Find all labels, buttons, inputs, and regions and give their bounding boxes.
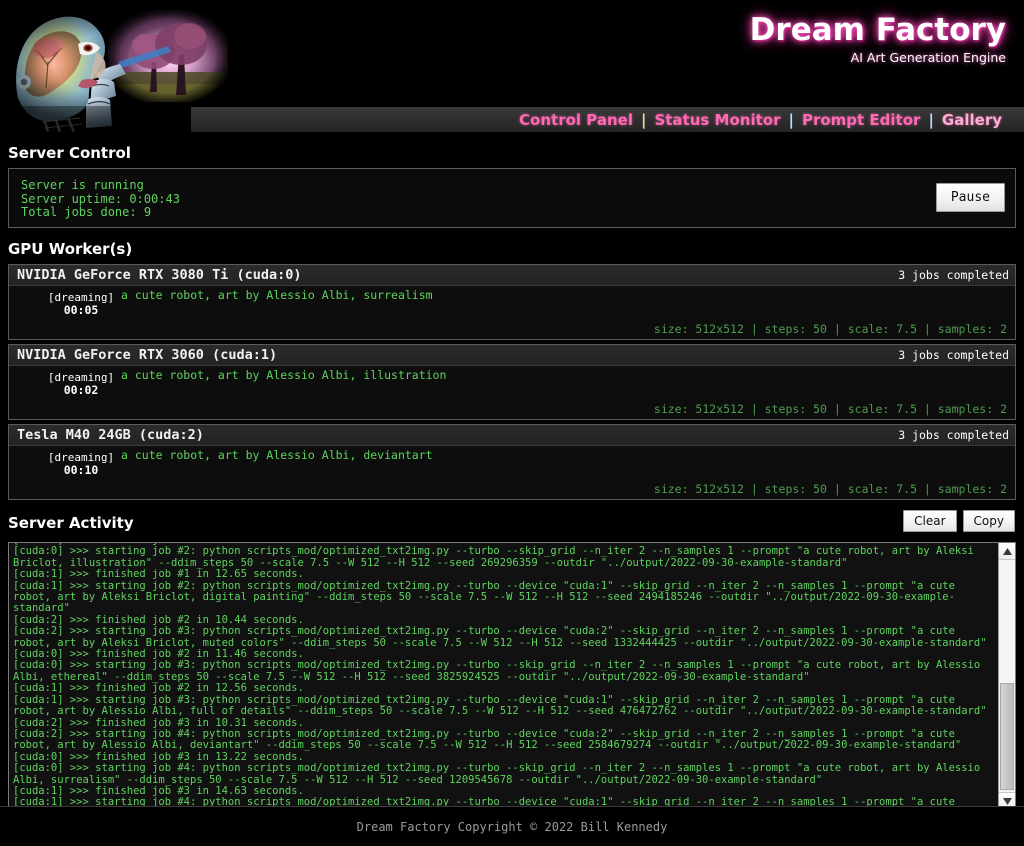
server-control-heading: Server Control bbox=[8, 144, 131, 162]
server-uptime: Server uptime: 0:00:43 bbox=[21, 191, 180, 206]
nav-separator-3: | bbox=[928, 110, 934, 129]
server-activity-heading: Server Activity bbox=[8, 514, 134, 532]
brand-block: Dream Factory AI Art Generation Engine bbox=[750, 12, 1006, 65]
server-total-jobs: Total jobs done: 9 bbox=[21, 205, 152, 219]
main-nav: Control Panel | Status Monitor | Prompt … bbox=[191, 107, 1024, 132]
gpu-worker-params: size: 512x512 | steps: 50 | scale: 7.5 |… bbox=[653, 322, 1007, 336]
gpu-worker-elapsed: 00:10 bbox=[63, 463, 99, 477]
gpu-worker-name: Tesla M40 24GB (cuda:2) bbox=[17, 427, 204, 443]
app-root: Dream Factory AI Art Generation Engine C… bbox=[0, 0, 1024, 846]
page-footer: Dream Factory Copyright © 2022 Bill Kenn… bbox=[0, 806, 1024, 846]
gpu-worker-card: Tesla M40 24GB (cuda:2) 3 jobs completed… bbox=[8, 424, 1016, 500]
gpu-worker-card: NVIDIA GeForce RTX 3080 Ti (cuda:0) 3 jo… bbox=[8, 264, 1016, 340]
page-subtitle: AI Art Generation Engine bbox=[850, 50, 1006, 65]
nav-item-prompt-editor[interactable]: Prompt Editor bbox=[796, 111, 926, 129]
nav-separator-1: | bbox=[640, 110, 647, 129]
server-activity-header: Server Activity Clear Copy bbox=[0, 510, 1024, 538]
gpu-worker-name: NVIDIA GeForce RTX 3060 (cuda:1) bbox=[17, 347, 278, 363]
page-title: Dream Factory bbox=[749, 12, 1006, 48]
gpu-worker-elapsed: 00:05 bbox=[63, 303, 99, 317]
copy-log-button[interactable]: Copy bbox=[962, 510, 1015, 532]
gpu-worker-header: NVIDIA GeForce RTX 3080 Ti (cuda:0) 3 jo… bbox=[9, 265, 1015, 286]
scroll-up-arrow-icon[interactable] bbox=[999, 543, 1015, 560]
gpu-worker-params: size: 512x512 | steps: 50 | scale: 7.5 |… bbox=[653, 482, 1007, 496]
gpu-worker-params: size: 512x512 | steps: 50 | scale: 7.5 |… bbox=[653, 402, 1007, 416]
gpu-worker-header: Tesla M40 24GB (cuda:2) 3 jobs completed bbox=[9, 425, 1015, 446]
gpu-worker-state: [dreaming] 00:10 bbox=[31, 451, 131, 477]
page-header: Dream Factory AI Art Generation Engine C… bbox=[0, 0, 1024, 132]
scrollbar-thumb[interactable] bbox=[1000, 682, 1014, 790]
server-activity-log-text: [cuda:0] >>> finished job #1 in 12.32 se… bbox=[13, 543, 987, 809]
server-activity-actions: Clear Copy bbox=[903, 510, 1015, 532]
nav-item-gallery[interactable]: Gallery bbox=[936, 111, 1008, 129]
gpu-worker-state: [dreaming] 00:02 bbox=[31, 371, 131, 397]
server-control-panel: Server is running Server uptime: 0:00:43… bbox=[8, 168, 1016, 228]
server-status-running: Server is running bbox=[21, 178, 144, 192]
gpu-worker-body: [dreaming] 00:05 a cute robot, art by Al… bbox=[9, 286, 1015, 339]
gpu-worker-prompt: a cute robot, art by Alessio Albi, illus… bbox=[121, 368, 447, 382]
gpu-worker-name: NVIDIA GeForce RTX 3080 Ti (cuda:0) bbox=[17, 267, 302, 283]
gpu-worker-state: [dreaming] 00:05 bbox=[31, 291, 131, 317]
gpu-worker-body: [dreaming] 00:10 a cute robot, art by Al… bbox=[9, 446, 1015, 499]
scrollbar-track[interactable] bbox=[999, 560, 1015, 792]
gpu-worker-header: NVIDIA GeForce RTX 3060 (cuda:1) 3 jobs … bbox=[9, 345, 1015, 366]
gpu-worker-prompt: a cute robot, art by Alessio Albi, devia… bbox=[121, 448, 433, 462]
nav-separator-2: | bbox=[788, 110, 794, 129]
gpu-worker-body: [dreaming] 00:02 a cute robot, art by Al… bbox=[9, 366, 1015, 419]
gpu-worker-prompt: a cute robot, art by Alessio Albi, surre… bbox=[121, 288, 433, 302]
gpu-worker-card: NVIDIA GeForce RTX 3060 (cuda:1) 3 jobs … bbox=[8, 344, 1016, 420]
gpu-workers-list: NVIDIA GeForce RTX 3080 Ti (cuda:0) 3 jo… bbox=[8, 264, 1016, 500]
clear-log-button[interactable]: Clear bbox=[903, 510, 957, 532]
server-activity-console[interactable]: [cuda:0] >>> finished job #1 in 12.32 se… bbox=[8, 542, 1016, 810]
nav-item-control-panel[interactable]: Control Panel bbox=[513, 111, 639, 129]
copyright-text: Dream Factory Copyright © 2022 Bill Kenn… bbox=[356, 819, 668, 834]
gpu-workers-heading: GPU Worker(s) bbox=[8, 240, 133, 258]
gpu-worker-jobs-completed: 3 jobs completed bbox=[898, 348, 1009, 362]
pause-button[interactable]: Pause bbox=[935, 183, 1005, 212]
nav-item-status-monitor[interactable]: Status Monitor bbox=[648, 111, 786, 129]
console-scrollbar[interactable] bbox=[998, 543, 1015, 809]
gpu-worker-elapsed: 00:02 bbox=[63, 383, 99, 397]
gpu-worker-jobs-completed: 3 jobs completed bbox=[898, 428, 1009, 442]
gpu-worker-jobs-completed: 3 jobs completed bbox=[898, 268, 1009, 282]
